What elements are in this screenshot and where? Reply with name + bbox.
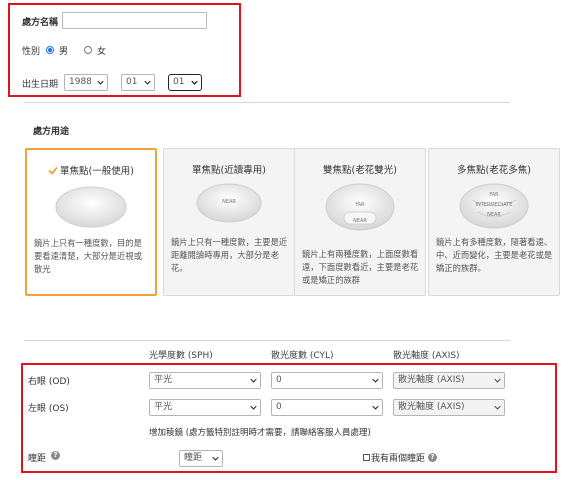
usage-card-single-distance[interactable]: 單焦點(一般使用) 鏡片上只有一種度數，目的是要看遠清楚，大部分是近視或散光: [25, 148, 157, 296]
gender-radio-male[interactable]: [46, 46, 54, 54]
gender-radio-female[interactable]: [84, 46, 92, 54]
left-eye-sph-select[interactable]: 平光: [149, 399, 261, 416]
gender-option-female-label: 女: [97, 47, 107, 57]
birth-day-select[interactable]: 01: [168, 74, 202, 91]
chevron-down-icon: [494, 405, 501, 410]
column-header-sph: 光學度數 (SPH): [149, 351, 213, 361]
divider: [24, 340, 510, 341]
chevron-down-icon: [372, 405, 379, 410]
card-title: 單焦點(一般使用): [27, 163, 155, 177]
right-eye-axis-select[interactable]: 散光軸度 (AXIS): [393, 372, 505, 389]
usage-card-single-reading[interactable]: 單焦點(近讀專用) NEAR 鏡片上只有一種度數，主要是近距離閱讀時專用，大部分…: [163, 148, 295, 296]
usage-card-progressive[interactable]: 多焦點(老花多焦) FAR INTERMEDIATE NEAR 鏡片上有多種度數…: [428, 148, 560, 296]
birth-date-label: 出生日期: [22, 80, 59, 90]
chevron-down-icon: [494, 378, 501, 383]
lens-zone-label: NEAR: [353, 218, 367, 224]
prism-note: 增加稜鏡 (處方籤特別註明時才需要，請聯絡客服人員處理): [149, 428, 371, 438]
pd-label: 瞳距: [28, 454, 47, 464]
checkmark-icon: [48, 166, 58, 175]
birth-year-select[interactable]: 1988: [64, 74, 108, 91]
lens-zone-label: FAR: [489, 192, 499, 198]
chevron-down-icon: [97, 80, 104, 85]
card-title: 雙焦點(老花雙光): [323, 165, 397, 176]
lens-zone-label: NEAR: [222, 199, 236, 205]
lens-zone-label: NEAR: [487, 212, 501, 218]
birth-month-select[interactable]: 01: [121, 74, 155, 91]
chevron-down-icon: [250, 405, 257, 410]
card-description: 鏡片上只有一種度數，主要是近距離閱讀時專用，大部分是老花。: [171, 237, 288, 273]
prescription-name-input[interactable]: [62, 12, 207, 29]
lens-zone-label: FAR: [355, 202, 365, 208]
row-label-left-eye: 左眼 (OS): [28, 404, 69, 414]
two-pd-label: 我有兩個瞳距: [371, 454, 426, 464]
name-label: 處方名稱: [22, 18, 59, 28]
chevron-down-icon: [212, 456, 219, 461]
left-eye-axis-select[interactable]: 散光軸度 (AXIS): [393, 399, 505, 416]
right-eye-cyl-select[interactable]: 0: [271, 372, 383, 389]
usage-card-bifocal[interactable]: 雙焦點(老花雙光) FAR NEAR 鏡片上有兩種度數，上面度數看遠，下面度數看…: [294, 148, 426, 296]
pd-select[interactable]: 瞳距: [179, 450, 223, 467]
chevron-down-icon: [250, 378, 257, 383]
right-eye-sph-select[interactable]: 平光: [149, 372, 261, 389]
chevron-down-icon: [372, 378, 379, 383]
gender-option-male-label: 男: [59, 47, 69, 57]
column-header-axis: 散光軸度 (AXIS): [393, 351, 460, 361]
card-description: 鏡片上有兩種度數，上面度數看遠，下面度數看近，主要是老花或是矯正的族群: [302, 249, 419, 285]
divider: [24, 102, 510, 103]
help-icon[interactable]: ?: [51, 451, 60, 460]
two-pd-checkbox[interactable]: [363, 454, 370, 461]
card-title: 單焦點(近讀專用): [192, 165, 266, 176]
card-title: 多焦點(老花多焦): [457, 165, 531, 176]
card-description: 鏡片上有多種度數，隨著看遠、中、近而變化，主要是老花或是矯正的族群。: [436, 237, 553, 273]
lens-zone-label: INTERMEDIATE: [475, 202, 513, 208]
card-description: 鏡片上只有一種度數，目的是要看遠清楚，大部分是近視或散光: [34, 238, 142, 274]
help-icon[interactable]: ?: [428, 453, 437, 462]
usage-section-title: 處方用途: [33, 127, 70, 137]
left-eye-cyl-select[interactable]: 0: [271, 399, 383, 416]
gender-label: 性別: [22, 47, 41, 57]
row-label-right-eye: 右眼 (OD): [28, 377, 70, 387]
lens-illustration: [55, 186, 127, 228]
chevron-down-icon: [144, 80, 151, 85]
column-header-cyl: 散光度數 (CYL): [271, 351, 334, 361]
chevron-down-icon: [191, 80, 198, 85]
